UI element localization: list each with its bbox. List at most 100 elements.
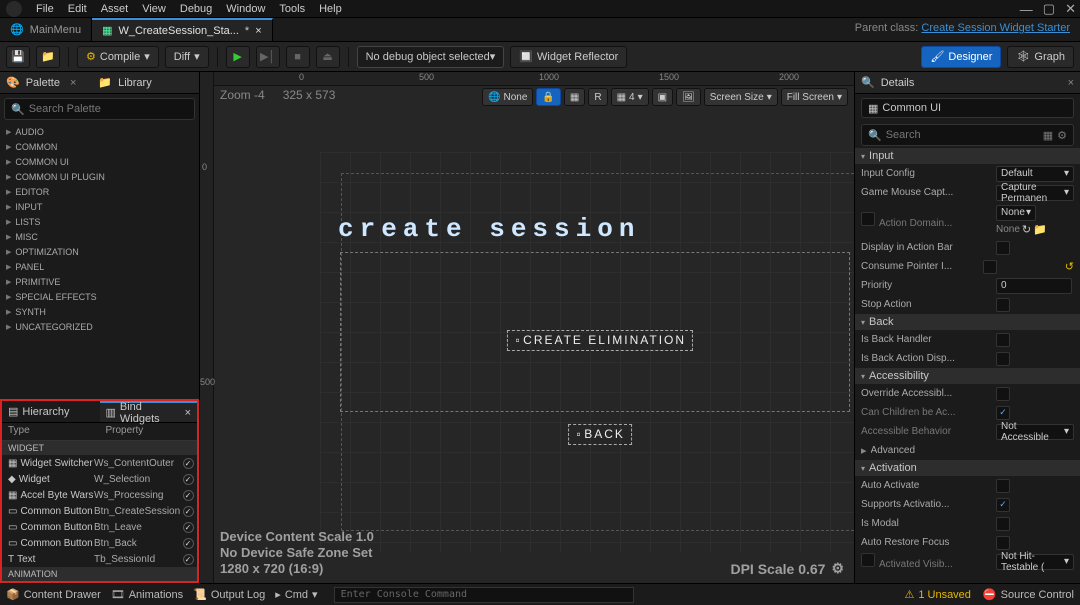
bound-check-icon[interactable]: ✓ [183,506,194,517]
content-drawer-button[interactable]: 📦 Content Drawer [6,588,101,601]
snap-dropdown[interactable]: ▦ 4 ▾ [611,88,649,106]
settings-icon[interactable]: ⚙ [1057,129,1067,142]
search-details-input[interactable]: 🔍 Search ▦ ⚙ [861,124,1074,146]
supports-activ-checkbox[interactable]: ✓ [996,498,1010,512]
design-canvas[interactable]: create session ▫CREATE ELIMINATION ▫BACK… [320,152,854,552]
consume-checkbox[interactable] [983,260,997,274]
widget-create-button[interactable]: ▫CREATE ELIMINATION [507,330,693,351]
outline-button[interactable]: ▣ [652,88,673,106]
bind-row[interactable]: ▭Common ButtonBtn_Leave✓ [2,519,197,535]
input-config-dropdown[interactable]: Default▾ [996,166,1074,182]
use-icon[interactable]: ↻ [1022,223,1031,236]
menu-debug[interactable]: Debug [180,3,212,15]
section-input[interactable]: Input [855,148,1080,164]
menu-file[interactable]: File [36,3,54,15]
menu-asset[interactable]: Asset [101,3,129,15]
col-property[interactable]: Property [100,423,198,440]
override-acc-checkbox[interactable] [996,387,1010,401]
advanced-toggle[interactable]: ▸ Advanced [855,441,1080,460]
save-button[interactable]: 💾 [6,46,30,68]
close-tab-icon[interactable]: × [255,25,261,37]
step-button[interactable]: ▶│ [256,46,280,68]
bound-check-icon[interactable]: ✓ [183,490,194,501]
palette-cat[interactable]: INPUT [0,199,199,214]
palette-cat[interactable]: AUDIO [0,124,199,139]
library-tab[interactable]: Library [118,77,152,89]
image-button[interactable]: 🖼 [676,88,701,106]
section-activation[interactable]: Activation [855,460,1080,476]
palette-cat[interactable]: SPECIAL EFFECTS [0,289,199,304]
stop-action-checkbox[interactable] [996,298,1010,312]
graph-button[interactable]: 🕸 Graph [1007,46,1074,68]
restore-focus-checkbox[interactable] [996,536,1010,550]
browse-icon[interactable]: 📁 [1033,223,1047,236]
layout-lock-button[interactable]: 🔒 [536,88,560,106]
browse-button[interactable]: 📁 [36,46,60,68]
palette-cat[interactable]: MISC [0,229,199,244]
col-type[interactable]: Type [2,423,100,440]
ue-logo[interactable] [6,1,22,17]
activated-vis-checkbox[interactable] [861,553,875,567]
bind-row[interactable]: TTextTb_SessionId✓ [2,551,197,567]
tab-bind-widgets[interactable]: ▥ Bind Widgets× [100,401,198,422]
widget-reflector-button[interactable]: 🔲 Widget Reflector [510,46,627,68]
menu-view[interactable]: View [142,3,166,15]
bound-check-icon[interactable]: ✓ [183,522,194,533]
layout-grid-button[interactable]: ▦ [564,88,585,106]
is-modal-checkbox[interactable] [996,517,1010,531]
menu-window[interactable]: Window [226,3,265,15]
bind-row[interactable]: ▦Accel Byte WarsWs_Processing✓ [2,487,197,503]
cmd-dropdown[interactable]: ▸ Cmd ▾ [275,588,317,601]
palette-cat[interactable]: UNCATEGORIZED [0,319,199,334]
close-icon[interactable]: ✕ [1065,1,1076,17]
output-log-button[interactable]: 📜 Output Log [193,588,265,601]
debug-object-dropdown[interactable]: No debug object selected ▾ [357,46,505,68]
back-disp-checkbox[interactable] [996,352,1010,366]
auto-activate-checkbox[interactable] [996,479,1010,493]
widget-name-input[interactable]: ▦ Common UI [861,98,1074,118]
palette-cat[interactable]: OPTIMIZATION [0,244,199,259]
bound-check-icon[interactable]: ✓ [183,474,194,485]
section-back[interactable]: Back [855,314,1080,330]
console-input[interactable]: Enter Console Command [334,587,634,603]
animations-button[interactable]: 🎞 Animations [111,588,183,601]
bind-row[interactable]: ▭Common ButtonBtn_Back✓ [2,535,197,551]
bind-row[interactable]: ◆WidgetW_Selection✓ [2,471,197,487]
palette-cat[interactable]: PRIMITIVE [0,274,199,289]
widget-back-button[interactable]: ▫BACK [568,424,632,445]
priority-input[interactable] [996,278,1072,294]
palette-cat[interactable]: PANEL [0,259,199,274]
reset-icon[interactable]: ↺ [1065,260,1074,273]
designer-button[interactable]: 🖌 Designer [921,46,1001,68]
palette-cat[interactable]: COMMON [0,139,199,154]
display-action-checkbox[interactable] [996,241,1010,255]
back-handler-checkbox[interactable] [996,333,1010,347]
menu-edit[interactable]: Edit [68,3,87,15]
compile-button[interactable]: ⚙Compile ▾ [77,46,159,68]
parent-class-link[interactable]: Create Session Widget Starter [921,22,1070,34]
activated-vis-dropdown[interactable]: Not Hit-Testable (▾ [996,554,1074,570]
tab-hierarchy[interactable]: ▤ Hierarchy [2,401,100,422]
source-control-button[interactable]: ⛔ Source Control [983,588,1074,601]
palette-cat[interactable]: COMMON UI [0,154,199,169]
close-bind-icon[interactable]: × [185,407,191,419]
mouse-capture-dropdown[interactable]: Capture Permanen▾ [996,185,1074,201]
unsaved-indicator[interactable]: ⚠ 1 Unsaved [904,588,970,601]
filter-icon[interactable]: ▦ [1043,129,1053,142]
tab-createsession[interactable]: ▦ W_CreateSession_Sta... * × [92,18,273,41]
close-palette-icon[interactable]: × [70,77,76,89]
stop-button[interactable]: ■ [286,46,310,68]
bind-row[interactable]: ▭Common ButtonBtn_CreateSession✓ [2,503,197,519]
search-palette-input[interactable]: 🔍 Search Palette [4,98,195,120]
palette-cat[interactable]: LISTS [0,214,199,229]
close-details-icon[interactable]: × [1068,77,1074,89]
tab-mainmenu[interactable]: 🌐 MainMenu [0,18,92,41]
bound-check-icon[interactable]: ✓ [183,458,194,469]
diff-button[interactable]: Diff ▾ [165,46,209,68]
maximize-icon[interactable]: ▢ [1043,1,1055,17]
eject-button[interactable]: ⏏ [316,46,340,68]
dpi-settings-icon[interactable]: ⚙ [831,560,844,577]
bound-check-icon[interactable]: ✓ [183,538,194,549]
screensize-dropdown[interactable]: Screen Size ▾ [704,88,778,106]
designer-viewport[interactable]: 0 500 0 500 1000 1500 2000 Zoom -4 325 x… [200,72,854,583]
